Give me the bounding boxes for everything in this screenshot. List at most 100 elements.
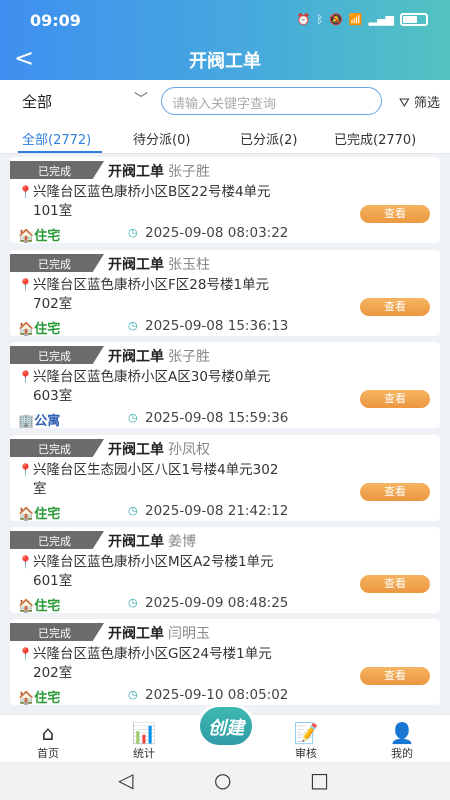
nav-home[interactable]: ⌂ 首页: [18, 721, 78, 761]
order-card[interactable]: 已完成 开阀工单 孙凤权 📍 兴隆台区生态园小区八区1号楼4单元302 室 🏠住宅 …: [10, 435, 440, 522]
assignee-name: 张子胜: [168, 349, 210, 365]
search-input[interactable]: 请输入关键字查询: [161, 87, 382, 115]
order-title: 开阀工单 闫明玉: [108, 623, 210, 643]
order-address: 兴隆台区蓝色康桥小区M区A2号楼1单元 601室: [33, 553, 333, 591]
view-button[interactable]: 查看: [360, 298, 430, 316]
address-line: 702室: [33, 296, 73, 312]
status-badge: 已完成: [10, 531, 104, 549]
status-badge: 已完成: [10, 254, 104, 272]
assignee-name: 姜博: [168, 534, 196, 550]
page-title: 开阀工单: [189, 51, 261, 72]
status-time: 09:09: [30, 11, 81, 30]
create-button[interactable]: 创建: [197, 704, 255, 748]
location-pin-icon: 📍: [18, 555, 33, 569]
status-badge: 已完成: [10, 439, 104, 457]
home-icon: ⌂: [41, 721, 55, 745]
property-type-label: 公寓: [34, 414, 61, 429]
property-type-label: 住宅: [34, 507, 61, 522]
address-line: 603室: [33, 388, 73, 404]
house-icon: 🏠: [18, 599, 35, 614]
address-line: 101室: [33, 203, 73, 219]
order-date: 2025-09-09 08:48:25: [145, 595, 289, 611]
order-title: 开阀工单 孙凤权: [108, 439, 210, 459]
top-header: 09:09 ⏰ ᛒ 🔕 📶 ▂▄▆ < 开阀工单: [0, 0, 450, 80]
assignee-name: 张子胜: [168, 164, 210, 180]
order-card[interactable]: 已完成 开阀工单 闫明玉 📍 兴隆台区蓝色康桥小区G区24号楼1单元 202室 🏠住…: [10, 619, 440, 706]
battery-icon: [400, 13, 428, 26]
clock-icon: ◷: [128, 319, 138, 332]
clock-icon: ◷: [128, 411, 138, 424]
order-address: 兴隆台区蓝色康桥小区G区24号楼1单元 202室: [33, 645, 333, 683]
status-badge: 已完成: [10, 346, 104, 364]
view-button[interactable]: 查看: [360, 483, 430, 501]
property-type: 🏠住宅: [18, 503, 60, 522]
location-pin-icon: 📍: [18, 278, 33, 292]
clock-icon: ◷: [128, 688, 138, 701]
assignee-name: 孙凤权: [168, 442, 210, 458]
filter-bar: 全部 ﹀ 请输入关键字查询 ⛛ 筛选: [0, 80, 450, 122]
tab-pending[interactable]: 待分派(0): [133, 129, 190, 148]
mute-icon: 🔕: [329, 13, 343, 26]
filter-label: 筛选: [413, 96, 440, 111]
nav-stats[interactable]: 📊 统计: [114, 721, 174, 761]
chevron-down-icon[interactable]: ﹀: [134, 89, 148, 109]
status-tabs: 全部(2772) 待分派(0) 已分派(2) 已完成(2770): [0, 122, 450, 154]
tab-all[interactable]: 全部(2772): [22, 129, 91, 148]
order-type: 开阀工单: [108, 257, 164, 273]
location-pin-icon: 📍: [18, 370, 33, 384]
view-button[interactable]: 查看: [360, 390, 430, 408]
property-type: 🏠住宅: [18, 225, 60, 244]
filter-button[interactable]: ⛛ 筛选: [399, 92, 440, 111]
order-address: 兴隆台区生态园小区八区1号楼4单元302 室: [33, 461, 333, 499]
view-button[interactable]: 查看: [360, 575, 430, 593]
location-pin-icon: 📍: [18, 185, 33, 199]
back-triangle-icon[interactable]: ◁: [118, 768, 133, 792]
order-date: 2025-09-10 08:05:02: [145, 687, 289, 703]
address-line: 兴隆台区蓝色康桥小区B区22号楼4单元: [33, 184, 271, 200]
tab-completed[interactable]: 已完成(2770): [334, 129, 416, 148]
order-type: 开阀工单: [108, 626, 164, 642]
nav-review[interactable]: 📝 审核: [276, 721, 336, 761]
active-tab-indicator: [18, 151, 102, 153]
system-nav-bar: ◁ ○ □: [0, 762, 450, 800]
status-badge: 已完成: [10, 623, 104, 641]
review-icon: 📝: [293, 721, 319, 745]
wifi-icon: 📶: [348, 13, 363, 26]
nav-mine[interactable]: 👤 我的: [372, 721, 432, 761]
status-badge: 已完成: [10, 161, 104, 179]
house-icon: 🏠: [18, 229, 35, 244]
property-type-label: 住宅: [34, 229, 61, 244]
building-icon: 🏢: [18, 414, 35, 429]
address-line: 兴隆台区蓝色康桥小区G区24号楼1单元: [33, 646, 272, 662]
view-button[interactable]: 查看: [360, 205, 430, 223]
order-title: 开阀工单 姜博: [108, 531, 196, 551]
order-type: 开阀工单: [108, 534, 164, 550]
address-line: 202室: [33, 665, 73, 681]
view-button[interactable]: 查看: [360, 667, 430, 685]
signal-icon: ▂▄▆: [368, 13, 394, 26]
property-type: 🏢公寓: [18, 410, 60, 429]
property-type-label: 住宅: [34, 599, 61, 614]
property-type-label: 住宅: [34, 322, 61, 337]
user-icon: 👤: [389, 721, 415, 745]
category-select[interactable]: 全部: [22, 91, 52, 112]
house-icon: 🏠: [18, 322, 35, 337]
order-card[interactable]: 已完成 开阀工单 张子胜 📍 兴隆台区蓝色康桥小区A区30号楼0单元 603室 🏢公…: [10, 342, 440, 429]
home-circle-icon[interactable]: ○: [214, 768, 231, 792]
location-pin-icon: 📍: [18, 647, 33, 661]
order-title: 开阀工单 张子胜: [108, 161, 210, 181]
order-card[interactable]: 已完成 开阀工单 张子胜 📍 兴隆台区蓝色康桥小区B区22号楼4单元 101室 🏠住…: [10, 157, 440, 244]
property-type: 🏠住宅: [18, 318, 60, 337]
address-line: 兴隆台区生态园小区八区1号楼4单元302: [33, 462, 279, 478]
nav-stats-label: 统计: [133, 747, 155, 760]
address-line: 601室: [33, 573, 73, 589]
order-card[interactable]: 已完成 开阀工单 张玉柱 📍 兴隆台区蓝色康桥小区F区28号楼1单元 702室 🏠住…: [10, 250, 440, 337]
order-card[interactable]: 已完成 开阀工单 姜博 📍 兴隆台区蓝色康桥小区M区A2号楼1单元 601室 🏠住宅…: [10, 527, 440, 614]
status-icons: ⏰ ᛒ 🔕 📶 ▂▄▆: [297, 13, 428, 26]
tab-assigned[interactable]: 已分派(2): [240, 129, 297, 148]
order-type: 开阀工单: [108, 349, 164, 365]
status-bar: 09:09 ⏰ ᛒ 🔕 📶 ▂▄▆: [0, 9, 450, 33]
house-icon: 🏠: [18, 691, 35, 706]
property-type-label: 住宅: [34, 691, 61, 706]
recents-square-icon[interactable]: □: [310, 768, 329, 792]
